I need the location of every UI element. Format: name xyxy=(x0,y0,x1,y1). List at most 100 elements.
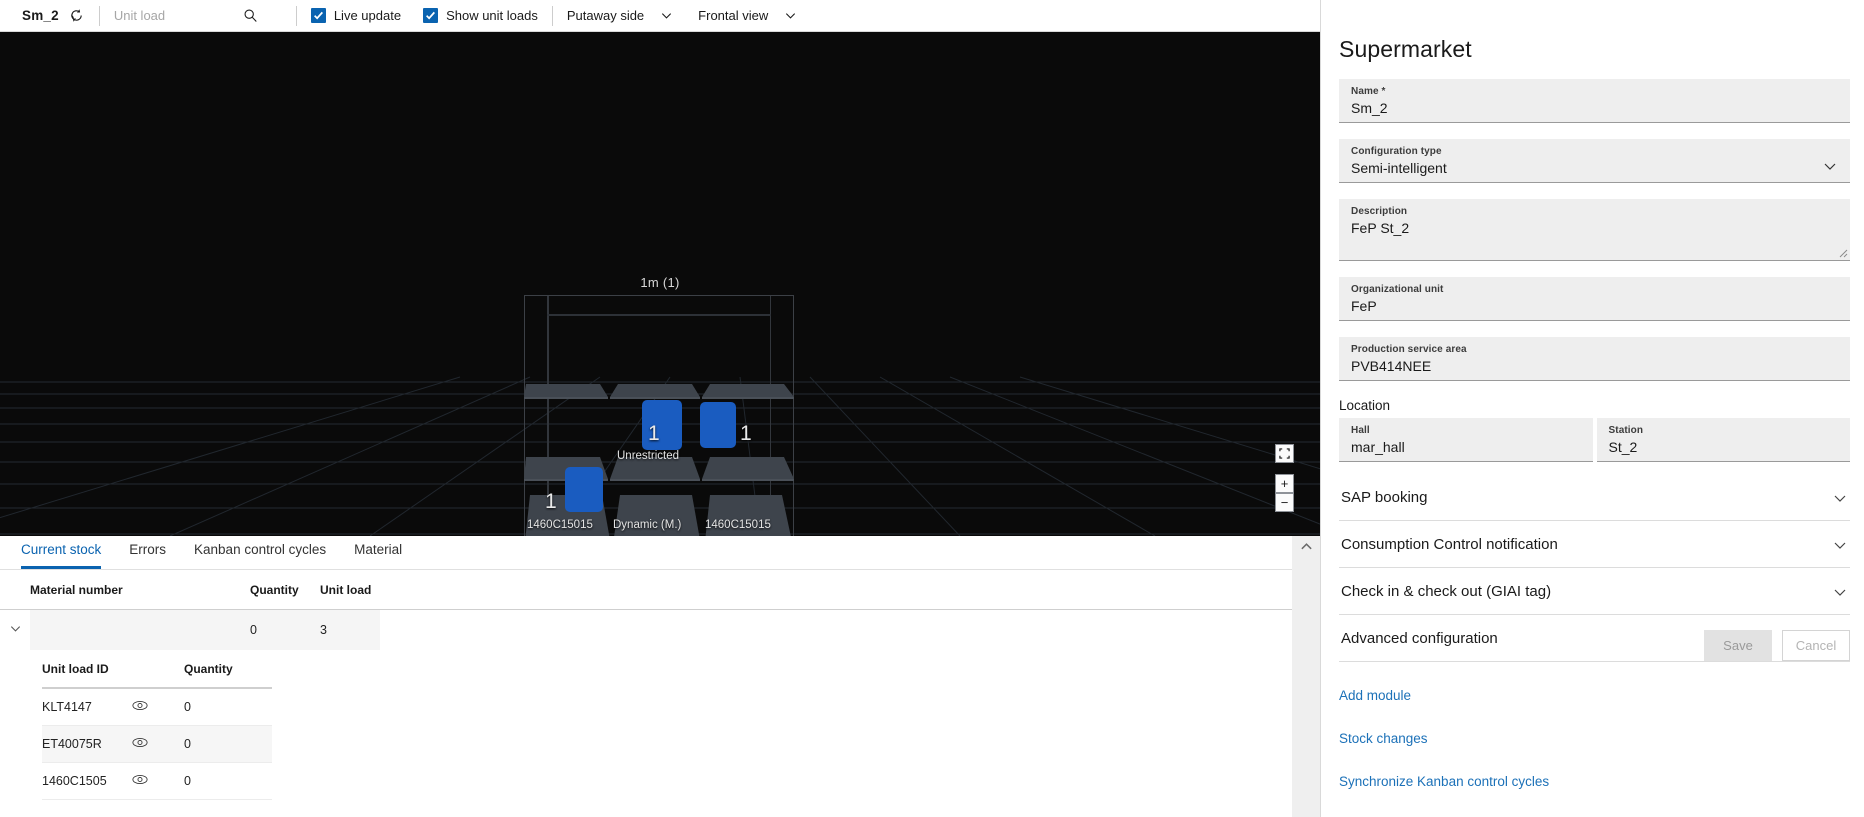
synchronize-kanban-control-cycles-link[interactable]: Synchronize Kanban control cycles xyxy=(1339,774,1549,789)
cell-unit-load: 3 xyxy=(320,609,380,650)
toolbar-divider-1 xyxy=(98,5,100,26)
unit-load-bin-middle-right[interactable] xyxy=(700,402,736,448)
chevron-down-icon xyxy=(1832,584,1848,600)
save-button[interactable]: Save xyxy=(1704,630,1772,661)
column-header-quantity: Quantity xyxy=(250,570,320,610)
unit-load-subtable: Unit load ID Quantity KLT4147 0 ET40075R… xyxy=(42,650,272,800)
accordion-label: Check in & check out (GIAI tag) xyxy=(1341,583,1552,600)
putaway-side-dropdown[interactable]: Putaway side xyxy=(567,8,674,24)
shelf-caption-middle-center: Unrestricted xyxy=(617,450,679,462)
production-service-area-field[interactable]: Production service area PVB414NEE xyxy=(1339,337,1850,381)
column-header-spacer xyxy=(380,570,1292,610)
accordion-label: Advanced configuration xyxy=(1341,630,1498,647)
show-unit-loads-checkbox[interactable]: Show unit loads xyxy=(423,8,538,23)
location-section-label: Location xyxy=(1339,398,1391,413)
station-field-label: Station xyxy=(1608,425,1644,436)
frontal-view-dropdown[interactable]: Frontal view xyxy=(698,8,798,24)
eye-icon[interactable] xyxy=(132,688,184,726)
accordion-sap-booking[interactable]: SAP booking xyxy=(1339,474,1850,521)
accordion-label: SAP booking xyxy=(1341,489,1428,506)
tab-kanban-control-cycles[interactable]: Kanban control cycles xyxy=(194,542,326,569)
refresh-icon[interactable] xyxy=(68,7,85,24)
app-root: Sm_2 Unit load Live update Show unit loa… xyxy=(0,0,1864,817)
resize-handle-icon[interactable] xyxy=(1839,249,1848,258)
column-header-material-number: Material number xyxy=(30,570,250,610)
zoom-in-button[interactable]: + xyxy=(1275,474,1294,493)
station-field[interactable]: Station St_2 xyxy=(1596,418,1850,462)
frontal-view-label: Frontal view xyxy=(698,8,769,23)
description-field-label: Description xyxy=(1351,206,1408,217)
column-header-unit-load: Unit load xyxy=(320,570,380,610)
configuration-type-label: Configuration type xyxy=(1351,146,1442,157)
chevron-down-icon xyxy=(658,8,674,24)
location-row: Hall mar_hall Station St_2 xyxy=(1339,413,1850,462)
configuration-type-value: Semi-intelligent xyxy=(1351,160,1447,176)
list-item[interactable]: KLT4147 0 xyxy=(42,688,272,726)
eye-icon[interactable] xyxy=(132,725,184,763)
live-update-checkbox[interactable]: Live update xyxy=(310,8,401,23)
supermarket-details-panel: Supermarket Name * Sm_2 Configuration ty… xyxy=(1320,0,1864,817)
tab-current-stock[interactable]: Current stock xyxy=(21,542,102,569)
bin-quantity-bottom-left: 1 xyxy=(545,490,557,513)
bin-quantity-middle-center: 1 xyxy=(648,422,660,445)
page-title: Supermarket xyxy=(1339,36,1472,62)
organizational-unit-label: Organizational unit xyxy=(1351,284,1444,295)
cancel-button[interactable]: Cancel xyxy=(1782,630,1850,661)
bottom-panel-collapse-chevron-up-icon[interactable] xyxy=(1292,536,1320,817)
search-icon[interactable] xyxy=(242,7,260,25)
sub-column-header-eye xyxy=(132,650,184,689)
zoom-in-label: + xyxy=(1280,476,1289,491)
checkbox-check-icon xyxy=(310,8,326,23)
cell-quantity: 0 xyxy=(250,609,320,650)
row-expand-chevron-down-icon[interactable] xyxy=(0,609,30,650)
rack-3d-viewport[interactable]: 1m (1) 1 Unrestricted 1 1 1460C15015 Dyn… xyxy=(0,32,1320,536)
expand-column-header xyxy=(0,570,30,610)
zoom-out-button[interactable]: − xyxy=(1275,493,1294,512)
stock-changes-link[interactable]: Stock changes xyxy=(1339,731,1428,746)
sub-cell-unit-load-id: 1460C1505 xyxy=(42,762,132,800)
fit-to-screen-icon[interactable] xyxy=(1275,444,1294,463)
bottom-tabs: Current stock Errors Kanban control cycl… xyxy=(0,536,1292,570)
list-item[interactable]: 1460C1505 0 xyxy=(42,762,272,800)
hall-field[interactable]: Hall mar_hall xyxy=(1339,418,1593,462)
name-field-value: Sm_2 xyxy=(1351,100,1388,116)
unit-load-bin-bottom-left[interactable] xyxy=(565,467,603,512)
shelf-caption-bottom-left: 1460C15015 xyxy=(527,519,593,531)
add-module-row: Add module xyxy=(1339,687,1850,705)
rack-title-label: 1m (1) xyxy=(640,275,680,290)
accordion-check-in-check-out[interactable]: Check in & check out (GIAI tag) xyxy=(1339,568,1850,615)
synchronize-kanban-row: Synchronize Kanban control cycles xyxy=(1339,773,1850,791)
viewport-controls: + − xyxy=(1275,444,1294,512)
description-field[interactable]: Description FeP St_2 xyxy=(1339,199,1850,261)
chevron-down-icon[interactable] xyxy=(1822,158,1838,174)
show-unit-loads-label: Show unit loads xyxy=(446,8,538,23)
cell-spacer xyxy=(380,609,1292,650)
chevron-down-icon xyxy=(1832,537,1848,553)
eye-icon[interactable] xyxy=(132,762,184,800)
add-module-link[interactable]: Add module xyxy=(1339,688,1411,703)
top-toolbar: Sm_2 Unit load Live update Show unit loa… xyxy=(0,0,1320,32)
shelf-caption-bottom-right: 1460C15015 xyxy=(705,519,771,531)
configuration-type-select[interactable]: Configuration type Semi-intelligent xyxy=(1339,139,1850,183)
bottom-panel: Current stock Errors Kanban control cycl… xyxy=(0,536,1320,817)
chevron-down-icon xyxy=(782,8,798,24)
stock-changes-row: Stock changes xyxy=(1339,730,1850,748)
description-field-value: FeP St_2 xyxy=(1351,220,1410,236)
form-action-buttons: Save Cancel xyxy=(1704,630,1850,661)
accordion-label: Consumption Control notification xyxy=(1341,536,1558,553)
current-stock-table: Material number Quantity Unit load 0 3 xyxy=(0,570,1292,650)
organizational-unit-field[interactable]: Organizational unit FeP xyxy=(1339,277,1850,321)
checkbox-check-icon xyxy=(423,8,439,23)
toolbar-divider-2 xyxy=(295,5,297,26)
sub-cell-unit-load-id: ET40075R xyxy=(42,725,132,763)
station-field-value: St_2 xyxy=(1608,439,1638,455)
tab-errors[interactable]: Errors xyxy=(129,542,166,569)
list-item[interactable]: ET40075R 0 xyxy=(42,725,272,763)
tab-material[interactable]: Material xyxy=(354,542,402,569)
table-row[interactable]: 0 3 xyxy=(0,609,1292,650)
name-field[interactable]: Name * Sm_2 xyxy=(1339,79,1850,123)
accordion-consumption-control-notification[interactable]: Consumption Control notification xyxy=(1339,521,1850,568)
zoom-button-group: + − xyxy=(1275,474,1294,512)
cell-material-number xyxy=(30,609,250,650)
search-input[interactable] xyxy=(113,8,242,23)
